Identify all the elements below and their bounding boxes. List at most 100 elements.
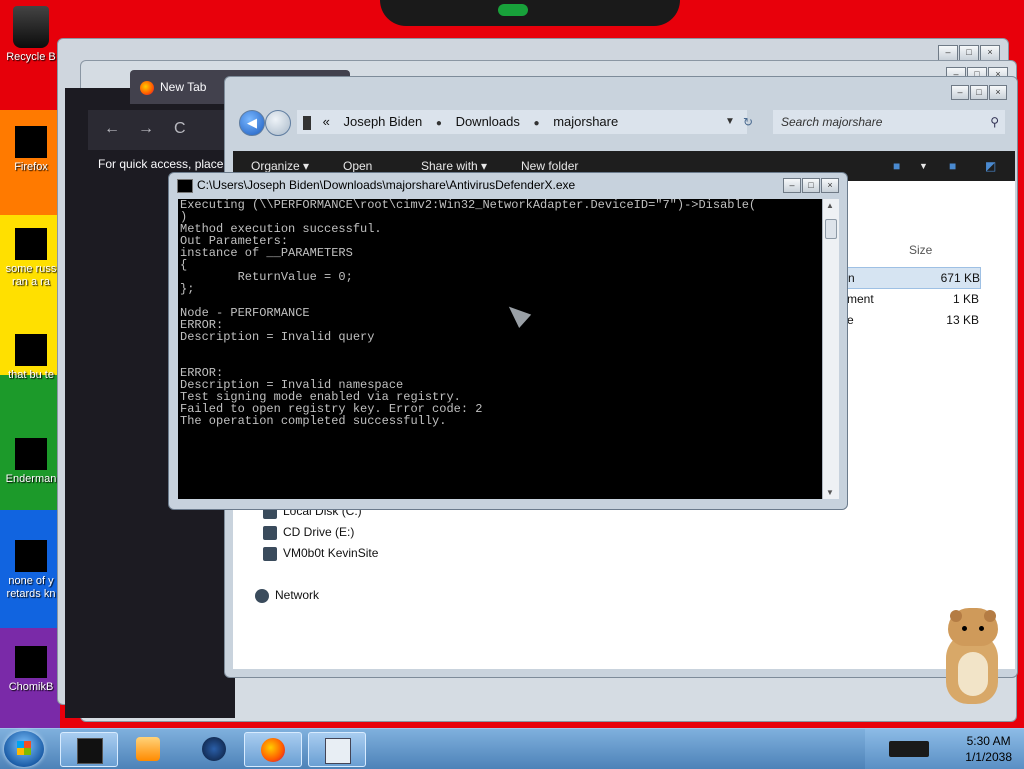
desktop-icon-file[interactable]: Enderman	[0, 438, 62, 486]
console-title: C:\Users\Joseph Biden\Downloads\majorsha…	[197, 178, 576, 192]
chevron-down-icon[interactable]: ▼	[725, 110, 735, 134]
minimize-icon[interactable]: –	[951, 85, 969, 100]
close-icon[interactable]: ×	[821, 178, 839, 193]
window-controls: – □ ×	[938, 45, 1000, 61]
search-icon[interactable]: ⚲	[990, 110, 999, 134]
maximize-icon[interactable]: □	[970, 85, 988, 100]
minimize-icon[interactable]: –	[783, 178, 801, 193]
clock[interactable]: 5:30 AM 1/1/2038	[965, 733, 1012, 765]
network-icon	[255, 588, 269, 603]
recycle-bin-icon	[13, 6, 49, 48]
console-window[interactable]: C:\Users\Joseph Biden\Downloads\majorsha…	[168, 172, 848, 510]
nav-item-network-drive[interactable]: VM0b0t KevinSite	[263, 545, 378, 561]
start-button[interactable]	[4, 731, 44, 767]
nav-item-cd-drive[interactable]: CD Drive (E:)	[263, 524, 354, 540]
explorer-icon	[325, 738, 351, 764]
console-output[interactable]: Executing (\\PERFORMANCE\root\cimv2:Win3…	[178, 199, 822, 499]
taskbar-item-browser[interactable]	[186, 732, 242, 765]
desktop-icon-file[interactable]: none of y retards kn	[0, 540, 62, 601]
nav-item-label: Network	[275, 588, 320, 602]
breadcrumb[interactable]: « Joseph Biden ● Downloads ● majorshare	[297, 110, 747, 134]
browser-toolbar: ← → C	[88, 110, 230, 150]
desktop-icon-file[interactable]: ChomikB	[0, 646, 62, 694]
hamster-belly	[958, 652, 988, 696]
clock-date: 1/1/2038	[965, 750, 1012, 764]
taskbar-item-explorer[interactable]	[308, 732, 366, 767]
desktop-icon-file[interactable]: some russ ran a ra	[0, 228, 62, 289]
cd-drive-icon	[263, 525, 277, 540]
chevron-down-icon[interactable]: ▼	[919, 151, 928, 181]
taskbar-item-media-player[interactable]	[120, 732, 176, 765]
file-type: n	[848, 271, 855, 285]
minimize-icon[interactable]: –	[938, 45, 958, 61]
file-size: 13 KB	[946, 313, 979, 327]
desktop-icon-file[interactable]: that bu te	[0, 334, 62, 382]
desktop-icon-label: ChomikB	[8, 681, 54, 693]
desktop-icon-label: Enderman	[5, 473, 57, 485]
hamster-ear	[950, 610, 962, 622]
console-icon	[177, 179, 193, 193]
file-row[interactable]: n 671 KB	[829, 267, 981, 289]
clock-time: 5:30 AM	[966, 734, 1011, 748]
view-icon[interactable]: ■	[893, 151, 900, 181]
file-icon	[15, 334, 47, 366]
search-input[interactable]: Search majorshare ⚲	[773, 110, 1005, 134]
search-placeholder: Search majorshare	[781, 115, 883, 129]
file-icon	[15, 540, 47, 572]
breadcrumb-item[interactable]: Joseph Biden	[343, 114, 422, 129]
help-icon[interactable]: ◩	[985, 151, 996, 181]
tray-icons[interactable]	[889, 741, 929, 757]
file-size: 1 KB	[952, 292, 979, 306]
folder-icon	[303, 115, 311, 130]
file-row[interactable]: e 13 KB	[829, 310, 979, 330]
window-controls: – □ ×	[951, 85, 1007, 100]
close-icon[interactable]: ×	[980, 45, 1000, 61]
hamster-eye	[962, 626, 967, 631]
console-scrollbar[interactable]: ▲ ▼	[822, 199, 839, 499]
file-size: 671 KB	[940, 271, 980, 285]
file-icon	[15, 438, 47, 470]
maximize-icon[interactable]: □	[802, 178, 820, 193]
firefox-icon	[261, 738, 285, 762]
taskbar: 5:30 AM 1/1/2038	[0, 728, 1024, 769]
preview-pane-icon[interactable]: ■	[949, 151, 956, 181]
scroll-up-icon[interactable]: ▲	[826, 201, 834, 210]
taskbar-item-firefox[interactable]	[244, 732, 302, 767]
breadcrumb-prefix: «	[322, 114, 330, 129]
nav-item-label: VM0b0t KevinSite	[283, 546, 379, 560]
scroll-thumb[interactable]	[825, 219, 837, 239]
back-arrow-icon[interactable]: ←	[104, 120, 120, 138]
hamster-head	[948, 608, 998, 646]
breadcrumb-item[interactable]: majorshare	[553, 114, 618, 129]
hamster-ear	[984, 610, 996, 622]
firefox-icon	[140, 80, 154, 95]
back-button[interactable]: ◀	[239, 110, 265, 136]
taskbar-item-cmd[interactable]	[60, 732, 118, 767]
file-type: ment	[847, 292, 874, 306]
maximize-icon[interactable]: □	[959, 45, 979, 61]
cmd-icon	[77, 738, 103, 764]
scroll-down-icon[interactable]: ▼	[826, 488, 834, 497]
forward-arrow-icon[interactable]: →	[138, 120, 154, 138]
hamster-eye	[979, 626, 984, 631]
wallpaper-accent	[498, 4, 528, 16]
reload-icon[interactable]: C	[174, 120, 186, 138]
breadcrumb-item[interactable]: Downloads	[456, 114, 520, 129]
desktop-icon-recycle-bin[interactable]: Recycle B	[0, 6, 62, 64]
desktop-icon-firefox[interactable]: Firefox	[0, 126, 62, 174]
console-text: Executing (\\PERFORMANCE\root\cimv2:Win3…	[180, 199, 757, 428]
column-header-size[interactable]: Size	[909, 243, 932, 257]
close-icon[interactable]: ×	[989, 85, 1007, 100]
refresh-icon[interactable]: ↻	[743, 110, 753, 134]
desktop-icon-label: Recycle B	[6, 51, 56, 63]
media-player-icon	[136, 737, 160, 761]
file-row[interactable]: ment 1 KB	[829, 289, 979, 309]
windows-logo-icon	[17, 741, 31, 755]
hamster-image	[938, 602, 1010, 708]
breadcrumb-separator-icon: ●	[435, 118, 442, 129]
forward-button[interactable]	[265, 110, 291, 136]
nav-item-network[interactable]: Network	[255, 587, 319, 603]
firefox-icon	[15, 126, 47, 158]
file-icon	[15, 646, 47, 678]
nav-item-label: CD Drive (E:)	[283, 525, 355, 539]
